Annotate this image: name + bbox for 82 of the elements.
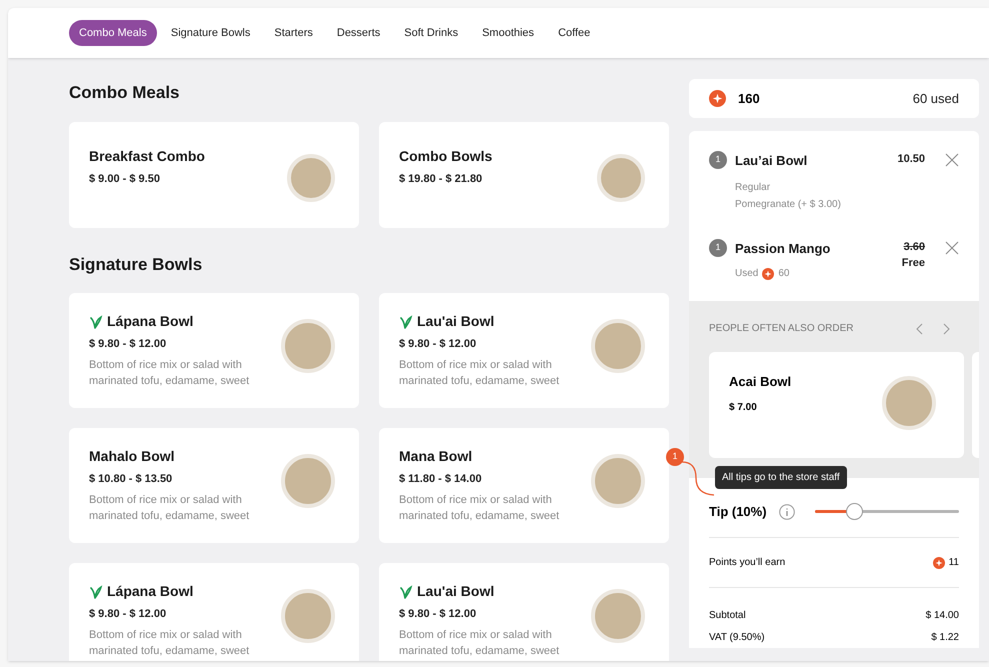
menu-item-card[interactable]: Lápana Bowl $ 9.80 - $ 12.00 Bottom of rice mix or salad with marinated tofu, edamame, sweet (69, 293, 359, 408)
next-arrow-icon[interactable] (943, 322, 951, 334)
suggestion-card[interactable]: Acai Bowl $ 7.00 (709, 352, 964, 458)
food-photo-placeholder (287, 154, 335, 202)
category-tab[interactable]: Coffee (548, 20, 600, 46)
original-price: 3.60 (904, 240, 925, 254)
item-price: $ 11.80 - $ 14.00 (399, 472, 483, 487)
food-photo-placeholder (591, 589, 645, 643)
food-photo-placeholder (281, 319, 335, 373)
total-label: VAT (9.50%) (709, 630, 765, 644)
item-description: Bottom of rice mix or salad with marinated tofu, edamame, sweet (399, 492, 560, 524)
item-price: $ 9.80 - $ 12.00 (399, 337, 478, 352)
quantity-badge: 1 (709, 151, 727, 169)
food-photo-placeholder (882, 376, 936, 430)
item-description: Bottom of rice mix or salad with marinated tofu, edamame, sweet (89, 358, 250, 388)
item-price: $ 9.80 - $ 12.00 (89, 607, 168, 622)
item-name: Breakfast Combo (89, 146, 205, 166)
food-photo-placeholder (281, 454, 335, 508)
category-tab[interactable]: Smoothies (472, 20, 544, 46)
points-earned-label: Points you’ll earn (709, 556, 786, 570)
suggestions-title: PEOPLE OFTEN ALSO ORDER (709, 322, 854, 336)
section-heading: Combo Meals (69, 82, 181, 104)
menu-item-card[interactable]: Lau'ai Bowl $ 9.80 - $ 12.00 Bottom of rice mix or salad with marinated tofu, edamame, sweet (379, 293, 669, 408)
menu-item-card[interactable]: Combo Bowls $ 19.80 - $ 21.80 (379, 122, 669, 228)
item-name: Mana Bowl (399, 447, 472, 466)
suggestion-price: $ 7.00 (729, 400, 758, 414)
category-tab[interactable]: Signature Bowls (160, 20, 260, 46)
points-icon (762, 268, 774, 280)
item-price: $ 9.00 - $ 9.50 (89, 172, 161, 186)
section-heading: Signature Bowls (69, 254, 204, 276)
food-photo-placeholder (591, 319, 645, 373)
category-tab[interactable]: Combo Meals (69, 20, 157, 46)
info-icon[interactable] (778, 504, 795, 520)
item-name: Lau'ai Bowl (417, 582, 494, 601)
tip-label: Tip (10%) (709, 502, 767, 521)
menu-item-card[interactable]: Mana Bowl $ 11.80 - $ 14.00 Bottom of rice mix or salad with marinated tofu, edamame, sweet (379, 428, 669, 543)
item-description: Bottom of rice mix or salad with marinated tofu, edamame, sweet (399, 358, 560, 388)
used-points: 60 (778, 267, 790, 281)
item-description: Bottom of rice mix or salad with marinated tofu, edamame, sweet (399, 628, 560, 658)
item-price: $ 10.80 - $ 13.50 (89, 472, 174, 487)
category-tab[interactable]: Desserts (326, 20, 390, 46)
item-name: Mahalo Bowl (89, 447, 175, 466)
menu-item-card[interactable]: Mahalo Bowl $ 10.80 - $ 13.50 Bottom of rice mix or salad with marinated tofu, edamame, sweet (69, 428, 359, 543)
close-icon[interactable] (945, 153, 959, 167)
item-name: Lápana Bowl (107, 312, 194, 331)
category-tab[interactable]: Starters (264, 20, 323, 46)
points-icon (932, 556, 945, 568)
points-icon (709, 90, 726, 107)
cart-item-option: Pomegranate (+ $ 3.00) (735, 196, 890, 212)
menu-item-card[interactable]: Breakfast Combo $ 9.00 - $ 9.50 (69, 122, 359, 228)
item-price: $ 9.80 - $ 12.00 (89, 337, 168, 352)
category-tab[interactable]: Soft Drinks (394, 20, 468, 46)
points-used: 60 used (912, 90, 959, 108)
total-value: $ 1.22 (931, 630, 959, 644)
item-description: Bottom of rice mix or salad with marinated tofu, edamame, sweet (89, 492, 250, 524)
food-photo-placeholder (597, 154, 645, 202)
item-name: Lau'ai Bowl (417, 312, 494, 331)
item-name: Combo Bowls (399, 146, 492, 166)
tooltip: All tips go to the store staff (715, 466, 847, 489)
item-price: $ 19.80 - $ 21.80 (399, 172, 484, 186)
menu-item-card[interactable]: Lápana Bowl $ 9.80 - $ 12.00 Bottom of rice mix or salad with marinated tofu, edamame, sweet (69, 563, 359, 661)
slider-handle[interactable] (846, 503, 863, 520)
cart-item-name: Passion Mango (735, 240, 832, 258)
item-description: Bottom of rice mix or salad with marinated tofu, edamame, sweet (89, 628, 250, 658)
quantity-badge: 1 (709, 238, 727, 256)
points-earned-value: 11 (948, 556, 959, 570)
menu-item-card[interactable]: Lau'ai Bowl $ 9.80 - $ 12.00 Bottom of rice mix or salad with marinated tofu, edamame, sweet (379, 563, 669, 661)
item-price: $ 9.80 - $ 12.00 (399, 607, 478, 622)
suggestion-name: Acai Bowl (729, 373, 792, 391)
used-label: Used (735, 267, 758, 281)
food-photo-placeholder (281, 589, 335, 643)
points-balance: 160 (738, 90, 760, 108)
total-label: Subtotal (709, 608, 746, 622)
item-name: Lápana Bowl (107, 582, 194, 601)
close-icon[interactable] (945, 240, 959, 254)
cart-item-option: Regular (735, 178, 890, 196)
total-value: $ 14.00 (926, 608, 959, 622)
cart-item-price: 10.50 (897, 152, 925, 167)
food-photo-placeholder (591, 454, 645, 508)
cart-item-name: Lau’ai Bowl (735, 152, 808, 170)
cart-item-price: Free (902, 256, 925, 271)
previous-arrow-icon[interactable] (915, 322, 923, 334)
